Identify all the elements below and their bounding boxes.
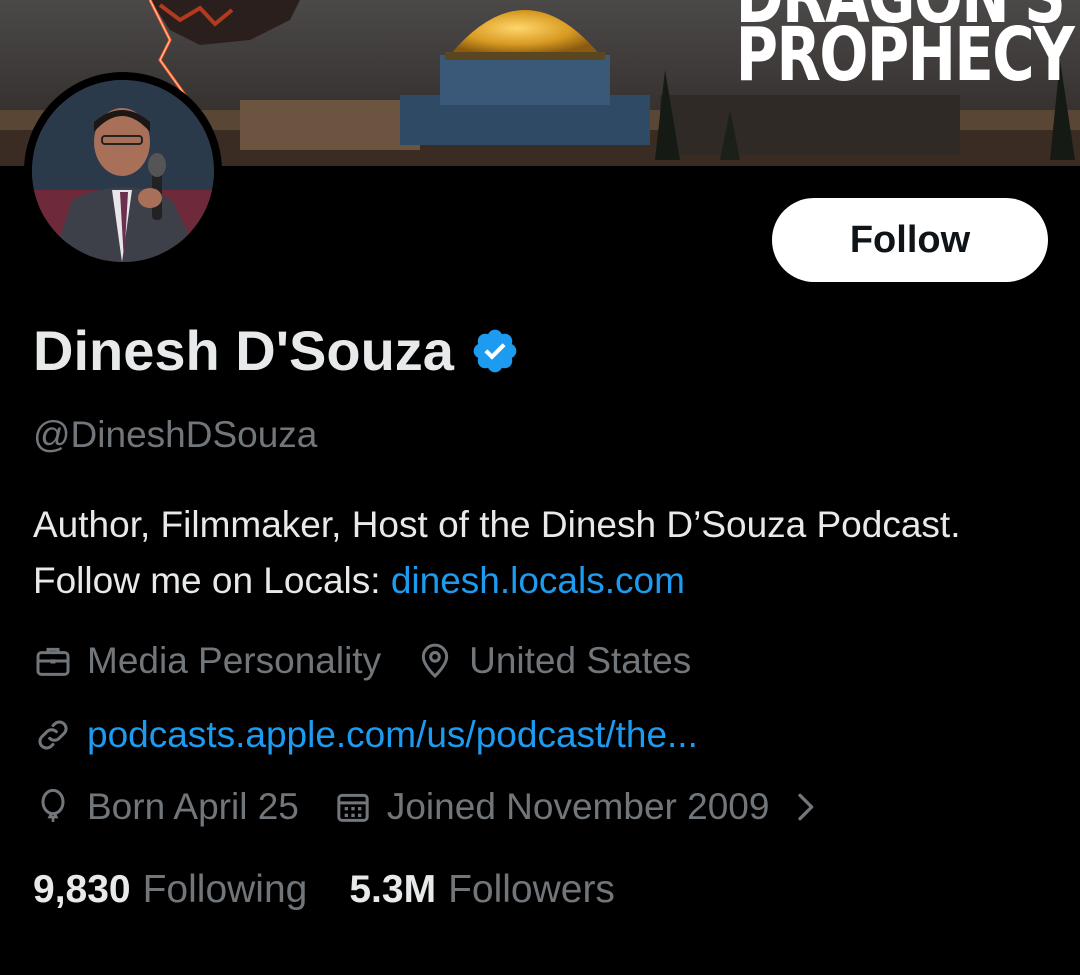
followers-count: 5.3M — [349, 868, 437, 911]
calendar-icon — [337, 793, 369, 822]
balloon-icon — [41, 788, 65, 822]
bio-link[interactable]: dinesh.locals.com — [391, 560, 685, 601]
profile-meta-row-1: Media Personality United States — [33, 640, 691, 682]
location-label: United States — [469, 640, 692, 681]
verified-badge-icon[interactable] — [470, 326, 520, 376]
banner-title: DRAGON'S PROPHECY — [736, 0, 1075, 92]
location-item: United States — [415, 640, 691, 682]
link-icon — [38, 720, 68, 750]
following-label: Following — [142, 868, 308, 911]
birthday-label: Born April 25 — [87, 786, 299, 827]
profile-name: Dinesh D'Souza — [33, 319, 454, 382]
website-item: podcasts.apple.com/us/podcast/the... — [33, 714, 698, 756]
followers-stat[interactable]: 5.3M Followers — [349, 868, 615, 912]
profile-bio: Author, Filmmaker, Host of the Dinesh D’… — [33, 497, 1053, 609]
following-count: 9,830 — [33, 868, 131, 911]
category-item: Media Personality — [33, 640, 381, 682]
avatar[interactable] — [24, 72, 222, 270]
briefcase-icon — [36, 647, 70, 676]
followers-label: Followers — [448, 868, 615, 911]
category-label: Media Personality — [87, 640, 382, 681]
follow-button[interactable]: Follow — [772, 198, 1048, 282]
banner-title-top: DRAGON'S — [736, 0, 1066, 34]
joined-label: Joined November 2009 — [386, 786, 770, 827]
profile-name-row: Dinesh D'Souza — [33, 318, 520, 383]
profile-meta-row-3: Born April 25 Joined November 2009 — [33, 786, 825, 828]
location-pin-icon — [421, 643, 449, 679]
birthday-item: Born April 25 — [33, 786, 299, 828]
avatar-image — [32, 80, 214, 262]
joined-item[interactable]: Joined November 2009 — [333, 786, 826, 828]
following-stat[interactable]: 9,830 Following — [33, 868, 307, 912]
chevron-right-icon[interactable] — [785, 787, 825, 827]
website-link[interactable]: podcasts.apple.com/us/podcast/the... — [87, 714, 698, 756]
profile-stats: 9,830 Following 5.3M Followers — [33, 868, 615, 912]
profile-meta-row-2: podcasts.apple.com/us/podcast/the... — [33, 714, 698, 756]
profile-handle: @DineshDSouza — [33, 414, 318, 455]
